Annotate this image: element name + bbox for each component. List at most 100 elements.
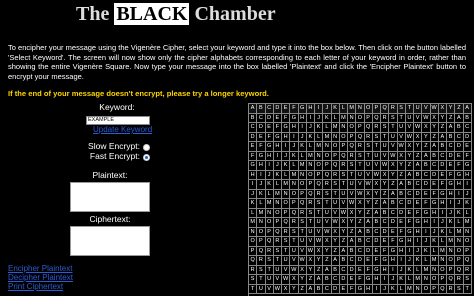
square-cell: H [397, 246, 406, 256]
square-cell: W [356, 189, 365, 199]
square-cell: L [339, 104, 348, 114]
square-cell: M [447, 237, 456, 247]
square-cell: E [282, 104, 291, 114]
square-cell: N [455, 237, 464, 247]
square-cell: M [348, 104, 357, 114]
square-cell: Y [389, 170, 398, 180]
plaintext-textarea[interactable] [70, 182, 150, 212]
square-cell: N [438, 256, 447, 266]
square-cell: A [306, 284, 315, 294]
square-cell: M [249, 218, 258, 228]
square-cell: S [463, 275, 472, 285]
square-cell: M [331, 123, 340, 133]
square-cell: L [331, 113, 340, 123]
square-cell: X [372, 180, 381, 190]
square-cell: F [356, 275, 365, 285]
square-cell: Y [414, 142, 423, 152]
square-cell: L [282, 170, 291, 180]
square-cell: Z [339, 237, 348, 247]
intro-paragraph: To encipher your message using the Vigen… [8, 43, 466, 81]
square-cell: H [381, 265, 390, 275]
square-cell: B [257, 104, 266, 114]
square-cell: I [290, 132, 299, 142]
square-cell: H [364, 284, 373, 294]
encipher-plaintext-link[interactable]: Encipher Plaintext [8, 264, 72, 273]
square-cell: K [405, 265, 414, 275]
square-cell: V [298, 246, 307, 256]
square-cell: P [455, 256, 464, 266]
square-cell: J [257, 180, 266, 190]
update-keyword-link[interactable]: Update Keyword [93, 125, 152, 134]
square-cell: N [282, 189, 291, 199]
keyword-input[interactable]: EXAMPLE [86, 116, 150, 125]
square-cell: S [265, 256, 274, 266]
square-cell: J [265, 170, 274, 180]
square-cell: T [265, 265, 274, 275]
square-cell: Z [331, 246, 340, 256]
keyword-label: Keyword: [99, 102, 135, 112]
print-ciphertext-link[interactable]: Print Ciphertext [8, 282, 63, 291]
square-cell: G [290, 113, 299, 123]
square-cell: M [290, 170, 299, 180]
square-cell: W [298, 256, 307, 266]
square-cell: X [389, 161, 398, 171]
square-cell: S [249, 275, 258, 285]
decipher-plaintext-link[interactable]: Decipher Plaintext [8, 273, 73, 282]
square-cell: O [447, 256, 456, 266]
square-cell: Q [381, 104, 390, 114]
square-cell: G [430, 199, 439, 209]
square-cell: H [463, 170, 472, 180]
square-cell: T [282, 246, 291, 256]
square-cell: C [463, 123, 472, 133]
square-cell: Y [364, 199, 373, 209]
square-cell: M [405, 284, 414, 294]
square-cell: L [249, 208, 258, 218]
fast-encrypt-radio[interactable] [143, 154, 150, 161]
square-cell: P [257, 237, 266, 247]
square-row: GHIJKLMNOPQRSTUVWXYZABCDEFG [249, 161, 472, 171]
square-cell: V [306, 237, 315, 247]
square-cell: O [298, 180, 307, 190]
square-cell: O [356, 113, 365, 123]
slow-encrypt-radio[interactable] [143, 144, 150, 151]
square-cell: I [455, 189, 464, 199]
square-row: FGHIJKLMNOPQRSTUVWXYZABCDEF [249, 151, 472, 161]
square-cell: L [306, 142, 315, 152]
square-cell: U [414, 104, 423, 114]
square-cell: D [422, 180, 431, 190]
square-cell: F [265, 132, 274, 142]
square-cell: R [356, 142, 365, 152]
warning-text: If the end of your message doesn't encry… [8, 89, 269, 98]
square-cell: N [306, 161, 315, 171]
square-cell: B [315, 284, 324, 294]
title-boxed-word: BLACK [114, 3, 190, 25]
square-cell: C [339, 265, 348, 275]
square-cell: T [249, 284, 258, 294]
ciphertext-textarea[interactable] [70, 226, 150, 256]
title-suffix: Chamber [194, 3, 276, 25]
square-cell: S [364, 142, 373, 152]
square-cell: U [397, 123, 406, 133]
square-cell: I [447, 199, 456, 209]
square-cell: R [364, 132, 373, 142]
square-cell: E [430, 180, 439, 190]
square-cell: E [265, 123, 274, 133]
square-cell: Q [290, 208, 299, 218]
square-cell: Q [356, 132, 365, 142]
square-cell: U [257, 284, 266, 294]
square-cell: T [306, 218, 315, 228]
square-cell: Q [348, 142, 357, 152]
square-cell: N [422, 275, 431, 285]
square-cell: G [356, 284, 365, 294]
square-cell: P [323, 161, 332, 171]
square-cell: E [414, 199, 423, 209]
square-cell: G [257, 151, 266, 161]
square-cell: F [273, 123, 282, 133]
square-cell: B [372, 218, 381, 228]
square-cell: T [257, 275, 266, 285]
square-cell: P [372, 104, 381, 114]
square-cell: N [273, 199, 282, 209]
square-cell: H [298, 113, 307, 123]
square-row: RSTUVWXYZABCDEFGHIJKLMNOPQR [249, 265, 472, 275]
square-cell: Z [298, 284, 307, 294]
